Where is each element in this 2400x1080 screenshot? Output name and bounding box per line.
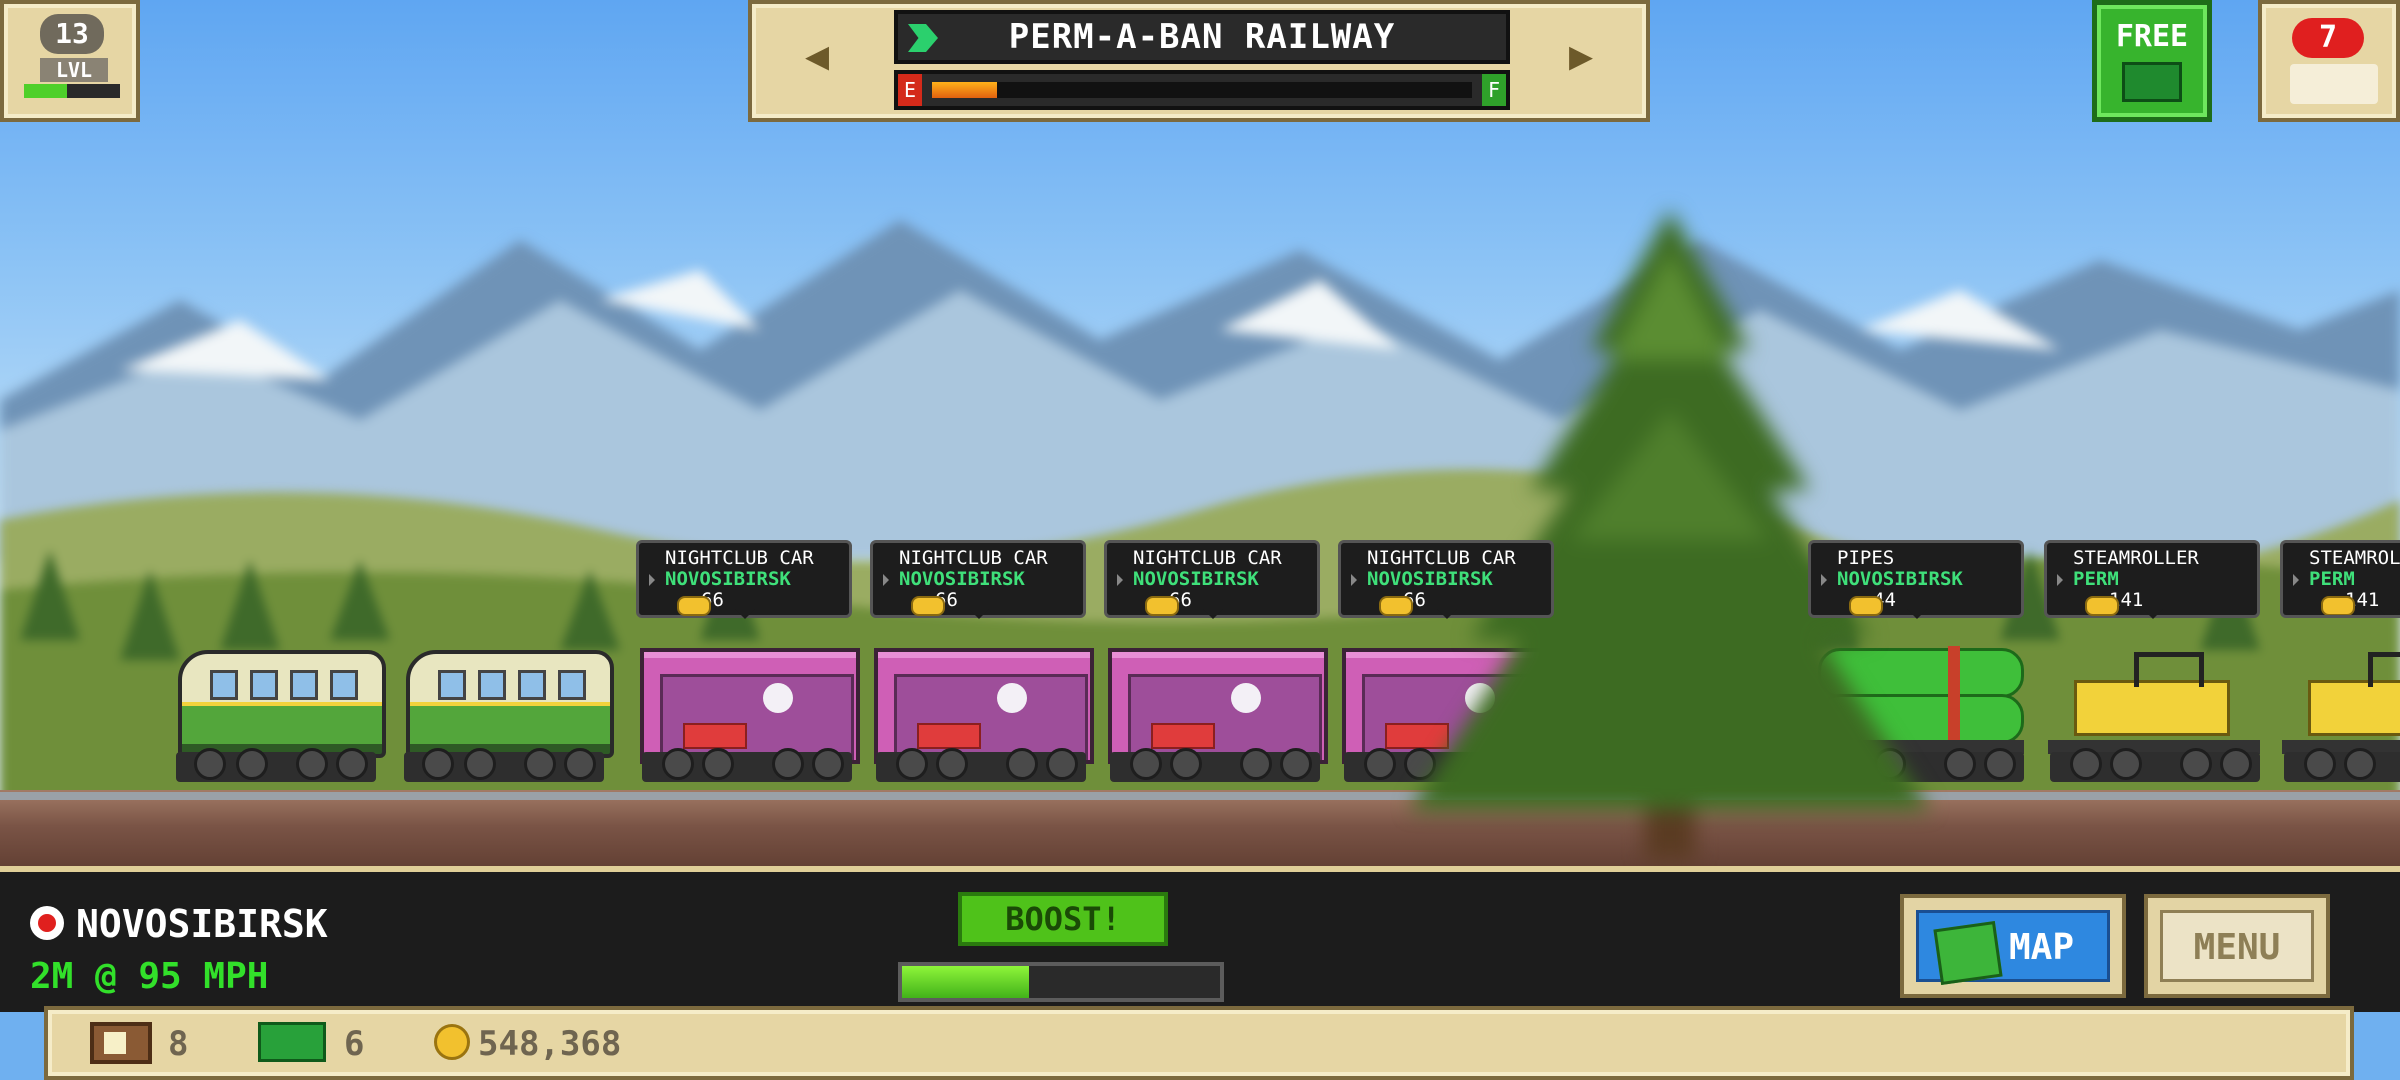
cargo-destination: NOVOSIBIRSK (1133, 568, 1259, 590)
cargo-destination: NOVOSIBIRSK (665, 568, 791, 590)
level-badge[interactable]: 13 LVL (0, 0, 140, 122)
cargo-label[interactable]: STEAMROLLER PERM 141 (2044, 540, 2260, 619)
level-label: LVL (40, 58, 108, 82)
coin-icon (1379, 596, 1413, 616)
resource-bar: 8 6 548,368 (44, 1006, 2354, 1080)
nightclub-car[interactable] (870, 640, 1094, 790)
cargo-name: NIGHTCLUB CAR (1133, 547, 1282, 569)
coin-icon (1849, 596, 1883, 616)
nightclub-car[interactable] (636, 640, 860, 790)
bux-count: 6 (344, 1024, 365, 1064)
coin-count: 548,368 (478, 1024, 622, 1064)
locomotive[interactable] (170, 640, 386, 790)
fuel-full-label: F (1482, 74, 1506, 106)
cargo-label[interactable]: STEAMROLLER PERM 141 (2280, 540, 2400, 618)
railway-panel: ◀ PERM-A-BAN RAILWAY E F ▶ (748, 0, 1650, 122)
cargo-label[interactable]: NIGHTCLUB CAR NOVOSIBIRSK 66 (1338, 540, 1554, 619)
status-bar: NOVOSIBIRSK 2M @ 95 MPH BOOST! MAP MENU (0, 866, 2400, 1012)
menu-button[interactable]: MENU (2144, 894, 2330, 998)
nightclub-car[interactable] (1104, 640, 1328, 790)
boost-meter (898, 962, 1224, 1002)
cash-icon (2122, 62, 2182, 102)
cargo-label[interactable]: PIPES NOVOSIBIRSK 44 (1808, 540, 2024, 619)
steamroller-car[interactable] (2278, 640, 2400, 790)
cargo-name: STEAMROLLER (2073, 547, 2199, 569)
next-station: NOVOSIBIRSK (76, 902, 328, 946)
cargo-name: NIGHTCLUB CAR (1367, 547, 1516, 569)
cargo-destination: NOVOSIBIRSK (899, 568, 1025, 590)
map-button[interactable]: MAP (1900, 894, 2126, 998)
coin-icon (2321, 596, 2355, 615)
coin-icon (2085, 596, 2119, 616)
next-railway-button[interactable]: ▶ (1526, 16, 1636, 96)
cargo-label[interactable]: NIGHTCLUB CAR NOVOSIBIRSK 66 (636, 540, 852, 619)
crate-count: 8 (168, 1024, 189, 1064)
railway-title: PERM-A-BAN RAILWAY (894, 10, 1510, 64)
chevron-left-icon: ◀ (804, 33, 830, 79)
coin-icon (911, 596, 945, 616)
map-label: MAP (2009, 927, 2075, 968)
trains-button[interactable]: 7 (2258, 0, 2400, 122)
locomotive-icon (2290, 64, 2378, 104)
cargo-destination: PERM (2073, 568, 2119, 590)
cargo-name: NIGHTCLUB CAR (665, 547, 814, 569)
prev-railway-button[interactable]: ◀ (762, 16, 872, 96)
level-number: 13 (40, 14, 104, 54)
cargo-name: PIPES (1837, 547, 1895, 569)
coin-icon (1145, 596, 1179, 616)
level-progress-bar (24, 84, 120, 98)
boost-button[interactable]: BOOST! (958, 892, 1168, 946)
station-marker-icon (30, 906, 64, 940)
foreground-tree (1410, 210, 1930, 860)
rail-track (0, 792, 2400, 800)
menu-label: MENU (2160, 910, 2314, 982)
cargo-destination: NOVOSIBIRSK (1367, 568, 1493, 590)
trains-badge: 7 (2292, 18, 2364, 58)
map-icon (1933, 920, 2003, 986)
fuel-empty-label: E (898, 74, 922, 106)
railway-name: PERM-A-BAN RAILWAY (1008, 17, 1396, 57)
crate-icon (90, 1022, 152, 1064)
cargo-label[interactable]: NIGHTCLUB CAR NOVOSIBIRSK 66 (1104, 540, 1320, 619)
bux-icon (258, 1022, 326, 1062)
cargo-name: STEAMROLLER (2309, 547, 2400, 569)
fuel-gauge: E F (894, 70, 1510, 110)
coin-icon (434, 1024, 470, 1060)
locomotive[interactable] (398, 640, 614, 790)
railway-icon (908, 24, 938, 52)
cargo-destination: PERM (2309, 568, 2355, 590)
distance-speed: 2M @ 95 MPH (30, 956, 269, 997)
free-label: FREE (2115, 19, 2189, 54)
coin-icon (677, 596, 711, 616)
cargo-destination: NOVOSIBIRSK (1837, 568, 1963, 590)
free-bux-button[interactable]: FREE (2092, 0, 2212, 122)
steamroller-car[interactable] (2044, 640, 2264, 790)
chevron-right-icon: ▶ (1568, 33, 1594, 79)
cargo-label[interactable]: NIGHTCLUB CAR NOVOSIBIRSK 66 (870, 540, 1086, 619)
cargo-name: NIGHTCLUB CAR (899, 547, 1048, 569)
